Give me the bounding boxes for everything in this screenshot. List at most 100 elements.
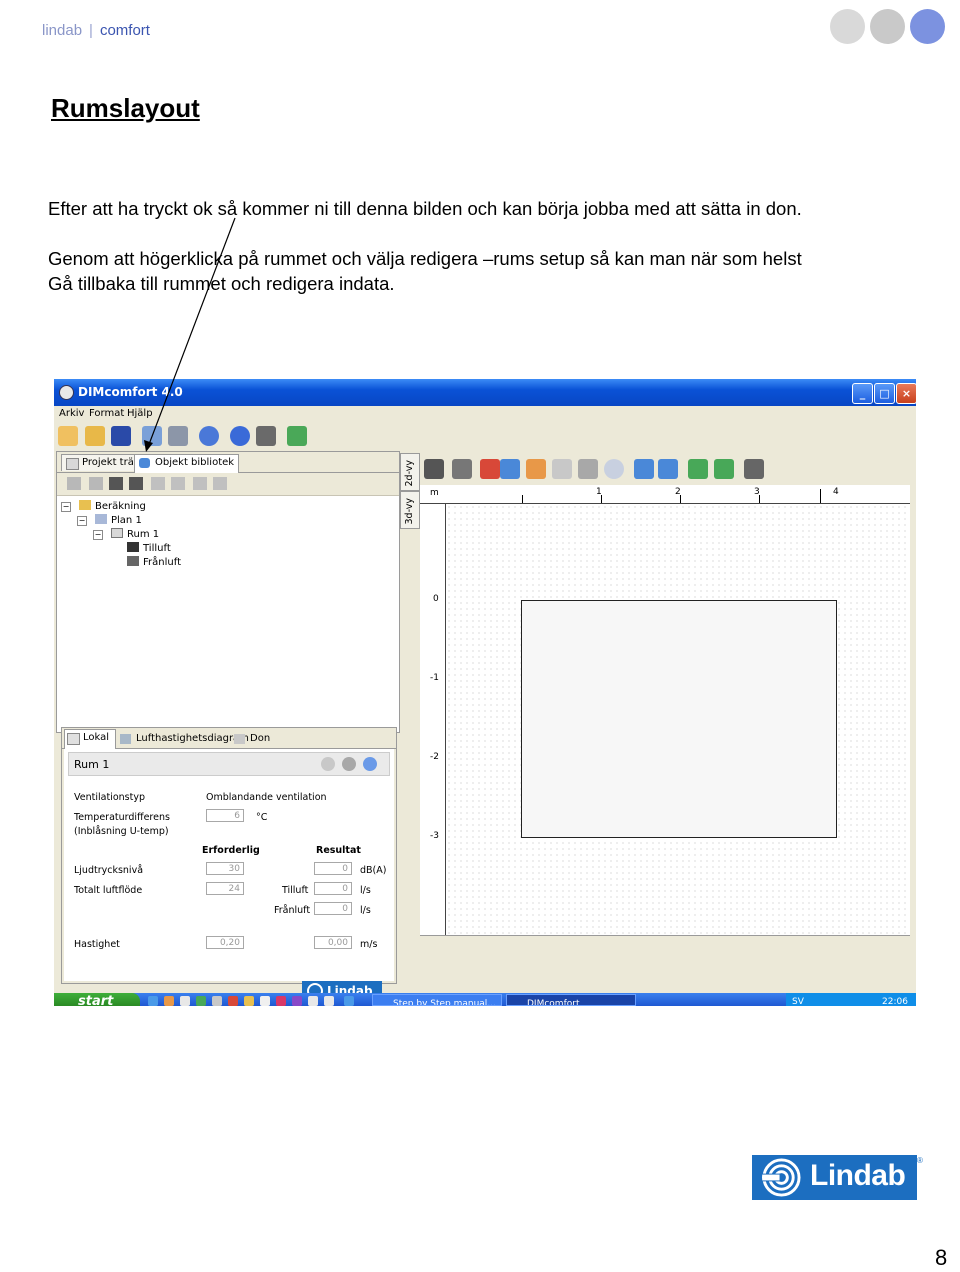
print-icon[interactable]	[142, 426, 162, 446]
header-product: comfort	[99, 22, 150, 39]
document-icon	[66, 458, 79, 470]
clock: 22:06	[882, 997, 908, 1006]
delete-icon[interactable]	[193, 477, 207, 490]
quicklaunch-icon[interactable]	[196, 996, 206, 1006]
new-file-icon[interactable]	[58, 426, 78, 446]
start-button[interactable]: start	[54, 993, 140, 1006]
tab-lokal-label: Lokal	[83, 732, 110, 743]
grid-icon[interactable]	[552, 459, 572, 479]
room-add-icon[interactable]	[89, 477, 103, 490]
tab-objekt-bibliotek[interactable]: Objekt bibliotek	[134, 454, 240, 473]
plan-icon	[95, 514, 107, 524]
updown-arrow-icon[interactable]	[480, 459, 500, 479]
tab-projekt-trad[interactable]: Projekt träd	[61, 454, 146, 471]
tab-objekt-bibliotek-label: Objekt bibliotek	[155, 457, 235, 468]
velocity-unit: m/s	[360, 939, 378, 950]
quicklaunch-icon[interactable]	[344, 996, 354, 1006]
room-form: Rum 1 Ventilationstyp Omblandande ventil…	[64, 749, 394, 1001]
airflow-label: Totalt luftflöde	[74, 885, 143, 896]
supply-result-field: 0	[314, 882, 352, 895]
header-decoration	[830, 9, 950, 45]
header-circle-2	[870, 9, 905, 44]
ruler-top: m 1 2 3 4	[420, 485, 910, 504]
taskbar-item-manual[interactable]: Step by Step manual...	[372, 994, 502, 1006]
collapse-icon[interactable]: −	[93, 530, 103, 540]
quicklaunch-icon[interactable]	[308, 996, 318, 1006]
zoom-in-icon[interactable]	[688, 459, 708, 479]
layers-icon[interactable]	[67, 477, 81, 490]
collapse-icon[interactable]: −	[61, 502, 71, 512]
exhaust-add-icon[interactable]	[129, 477, 143, 490]
properties-icon[interactable]	[213, 477, 227, 490]
camera-icon[interactable]	[256, 426, 276, 446]
save-icon[interactable]	[111, 426, 131, 446]
tab-3d-view[interactable]: 3d-vy	[400, 491, 420, 529]
zoom-out-icon[interactable]	[714, 459, 734, 479]
ruler-tick	[601, 495, 602, 503]
room-icon	[111, 528, 123, 538]
temp-field[interactable]: 6	[206, 809, 244, 822]
header-brand: lindab	[42, 22, 83, 39]
vent-type-value[interactable]: Omblandande ventilation	[206, 792, 327, 803]
result-column-header: Resultat	[316, 845, 361, 856]
tree-node-franluft[interactable]: Frånluft	[127, 556, 181, 568]
quicklaunch-icon[interactable]	[324, 996, 334, 1006]
project-tree-pane: Projekt träd Objekt bibliotek − Beräkning…	[56, 451, 400, 733]
language-indicator[interactable]: SV	[792, 993, 804, 1006]
tree-node-berakning[interactable]: − Beräkning	[61, 500, 146, 512]
room-icon	[67, 733, 80, 745]
open-folder-icon[interactable]	[85, 426, 105, 446]
collapse-icon[interactable]: −	[77, 516, 87, 526]
tab-don[interactable]: Don	[232, 731, 270, 747]
move-icon[interactable]	[424, 459, 444, 479]
snap-grid-icon[interactable]	[578, 459, 598, 479]
menu-hjalp[interactable]: Hjälp	[127, 408, 153, 419]
angle-icon[interactable]	[604, 459, 624, 479]
tab-lokal[interactable]: Lokal	[64, 729, 117, 749]
tree-node-plan[interactable]: − Plan 1	[77, 514, 142, 526]
exhaust-place-icon[interactable]	[452, 459, 472, 479]
quicklaunch-icon[interactable]	[180, 996, 190, 1006]
close-button[interactable]: ×	[896, 383, 916, 404]
zoom-window-icon[interactable]	[634, 459, 654, 479]
quicklaunch-icon[interactable]	[228, 996, 238, 1006]
maximize-button[interactable]: □	[874, 383, 895, 404]
quicklaunch-icon[interactable]	[212, 996, 222, 1006]
hand-icon[interactable]	[526, 459, 546, 479]
settings-gears-icon[interactable]	[168, 426, 188, 446]
taskbar-item-dimcomfort[interactable]: DIMcomfort	[506, 994, 636, 1006]
zoom-actual-icon[interactable]	[658, 459, 678, 479]
sound-required-field[interactable]: 30	[206, 862, 244, 875]
info-icon[interactable]	[199, 426, 219, 446]
folder-icon	[79, 500, 91, 510]
quicklaunch-icon[interactable]	[292, 996, 302, 1006]
quicklaunch-icon[interactable]	[276, 996, 286, 1006]
quicklaunch-ie-icon[interactable]	[148, 996, 158, 1006]
quicklaunch-icon[interactable]	[164, 996, 174, 1006]
render-icon[interactable]	[744, 459, 764, 479]
quicklaunch-icon[interactable]	[260, 996, 270, 1006]
window-titlebar: DIMcomfort 4.0 _ □ ×	[54, 379, 916, 406]
airflow-required-field[interactable]: 24	[206, 882, 244, 895]
minimize-button[interactable]: _	[852, 383, 873, 404]
room-rectangle[interactable]	[521, 600, 837, 838]
paste-icon[interactable]	[171, 477, 185, 490]
menu-arkiv[interactable]: Arkiv	[59, 408, 84, 419]
tree-node-room-label: Rum 1	[127, 529, 160, 540]
copy-icon[interactable]	[151, 477, 165, 490]
lindab-mark-icon	[762, 1158, 801, 1197]
exit-icon[interactable]	[287, 426, 307, 446]
app-icon	[59, 385, 74, 400]
tree-node-tilluft[interactable]: Tilluft	[127, 542, 171, 554]
tab-2d-view[interactable]: 2d-vy	[400, 453, 420, 491]
velocity-required-field[interactable]: 0,20	[206, 936, 244, 949]
search-icon[interactable]	[500, 459, 520, 479]
quicklaunch-icon[interactable]	[244, 996, 254, 1006]
tab-lufthastighetsdiagram[interactable]: Lufthastighetsdiagram	[118, 731, 249, 747]
menu-format[interactable]: Format	[89, 408, 124, 419]
help-icon[interactable]	[230, 426, 250, 446]
tree-node-room[interactable]: − Rum 1	[93, 528, 160, 540]
supply-add-icon[interactable]	[109, 477, 123, 490]
ruler-tick	[759, 495, 760, 503]
ruler-y-label: -1	[430, 673, 439, 683]
